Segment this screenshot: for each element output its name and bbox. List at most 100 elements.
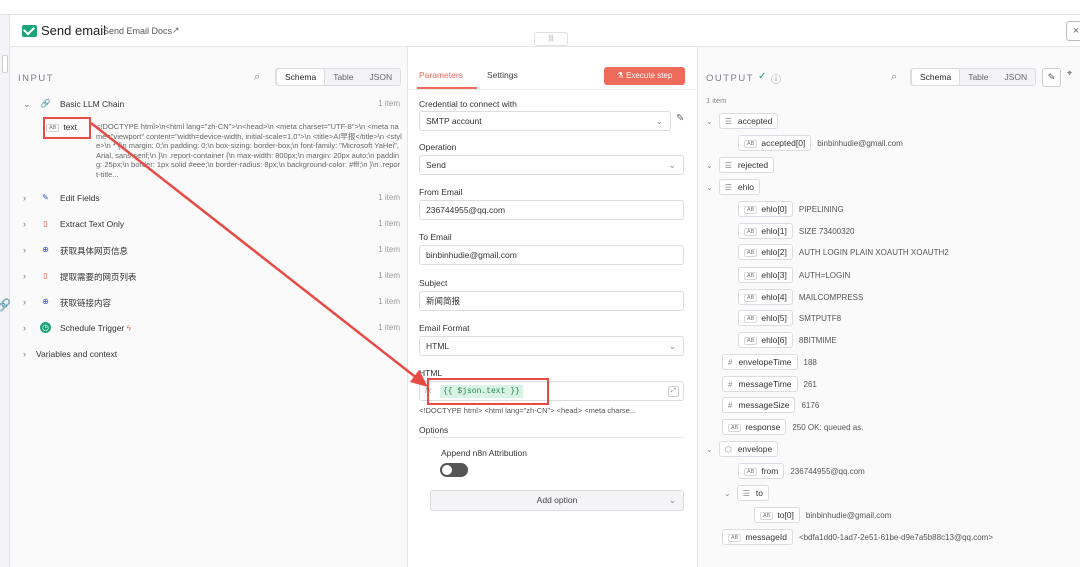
chevron-right-icon[interactable]: › (23, 245, 26, 255)
schema-row-response[interactable]: AB response 250 OK: queued as. (722, 419, 863, 435)
credential-select[interactable]: SMTP account ⌄ (419, 111, 671, 131)
close-button[interactable]: × (1066, 21, 1080, 41)
chevron-down-icon[interactable]: ⌄ (706, 161, 713, 170)
input-node-row[interactable]: › ◷ Schedule Trigger ϟ 1 item (10, 322, 408, 349)
schema-key: ehlo[4] (761, 292, 787, 302)
schema-row-ehlo-item[interactable]: AB ehlo[5] SMTPUTF8 (738, 310, 841, 326)
add-option-button[interactable]: Add option ⌄ (430, 490, 684, 511)
chevron-down-icon[interactable]: ⌄ (23, 99, 31, 110)
schema-row-ehlo[interactable]: ⌄ ☰ ehlo (706, 179, 760, 195)
pin-icon[interactable]: ⌖ (1067, 68, 1080, 87)
input-view-table[interactable]: Table (325, 69, 361, 85)
schema-row-messageSize[interactable]: # messageSize 6176 (722, 397, 819, 413)
schema-row-envelope[interactable]: ⌄ ⬡ envelope (706, 441, 779, 457)
chevron-down-icon[interactable]: ⌄ (706, 117, 713, 126)
drag-handle[interactable]: ||| (534, 32, 568, 46)
input-node-row[interactable]: › ▯ 提取需要的网页列表 1 item (10, 271, 408, 297)
schema-row-ehlo-item[interactable]: AB ehlo[1] SIZE 73400320 (738, 223, 854, 239)
output-view-schema[interactable]: Schema (911, 68, 961, 86)
schema-row-envelope-to-0[interactable]: AB to[0] binbinhudie@gmail.com (754, 507, 891, 523)
input-node-row[interactable]: › ▯ Extract Text Only 1 item (10, 219, 408, 245)
edit-credential-icon[interactable]: ✎ (676, 113, 684, 124)
output-view-json[interactable]: JSON (997, 69, 1036, 85)
node-title[interactable]: Send email (41, 23, 106, 38)
item-count: 1 item (378, 99, 400, 108)
schema-row-messageTime[interactable]: # messageTime 261 (722, 376, 817, 392)
input-view-switch: Schema Table JSON (275, 68, 402, 86)
input-node-row[interactable]: › ⊕ 获取链接内容 1 item (10, 297, 408, 323)
chevron-right-icon[interactable]: › (23, 193, 26, 203)
input-view-json[interactable]: JSON (362, 69, 401, 85)
input-view-schema[interactable]: Schema (276, 68, 326, 86)
chevron-down-icon[interactable]: ⌄ (724, 489, 731, 498)
chevron-down-icon: ⌄ (668, 160, 676, 170)
search-icon[interactable]: ⌕ (891, 71, 897, 84)
schema-key: ehlo[0] (761, 204, 787, 214)
options-label: Options (419, 425, 449, 435)
email-format-select[interactable]: HTML ⌄ (419, 336, 684, 356)
schema-row-ehlo-item[interactable]: AB ehlo[0] PIPELINING (738, 201, 844, 217)
output-panel-title: OUTPUT (706, 73, 755, 84)
input-node-label: 获取具体网页信息 (60, 246, 129, 256)
output-item-count: 1 item (706, 96, 727, 105)
chevron-right-icon[interactable]: › (23, 349, 26, 359)
text-field-pill[interactable]: AB text (46, 122, 77, 132)
schema-value: SMTPUTF8 (798, 314, 842, 323)
number-type-icon: # (728, 358, 733, 367)
schema-row-ehlo-item[interactable]: AB ehlo[4] MAILCOMPRESS (738, 289, 863, 305)
search-icon[interactable]: ⌕ (254, 71, 260, 84)
credential-value: SMTP account (426, 116, 482, 126)
chevron-down-icon: ⌄ (668, 341, 676, 351)
schema-value: 236744955@qq.com (790, 467, 865, 476)
external-link-icon[interactable]: ↗ (172, 25, 180, 36)
input-node-row[interactable]: › ✎ Edit Fields 1 item (10, 193, 408, 219)
operation-select[interactable]: Send ⌄ (419, 155, 684, 175)
item-count: 1 item (378, 245, 400, 254)
chevron-right-icon[interactable]: › (23, 271, 26, 281)
success-check-icon: ✓ (758, 71, 767, 82)
to-email-input[interactable]: binbinhudie@gmail.com (419, 245, 684, 265)
chevron-right-icon[interactable]: › (23, 219, 26, 229)
input-node-row[interactable]: › ⊕ 获取具体网页信息 1 item (10, 245, 408, 271)
input-node-label: Schedule Trigger ϟ (60, 323, 131, 333)
from-email-input[interactable]: 236744955@qq.com (419, 200, 684, 220)
pencil-icon: ✎ (42, 193, 49, 202)
chevron-right-icon[interactable]: › (23, 323, 26, 333)
subject-label: Subject (419, 278, 448, 288)
schema-row-messageId[interactable]: AB messageId <bdfa1dd0-1ad7-2e51-61be-d9e7… (722, 529, 993, 545)
schema-row-envelopeTime[interactable]: # envelopeTime 188 (722, 354, 817, 370)
variables-row[interactable]: › Variables and context (10, 349, 408, 375)
string-type-icon: AB (744, 314, 758, 323)
schema-row-envelope-to[interactable]: ⌄ ☰ to (724, 485, 769, 501)
schema-row-envelope-from[interactable]: AB from 236744955@qq.com (738, 463, 865, 479)
schema-row-accepted[interactable]: ⌄ ☰ accepted (706, 113, 779, 129)
schema-value: binbinhudie@gmail.com (805, 511, 892, 520)
chevron-down-icon[interactable]: ⌄ (706, 183, 713, 192)
schema-row-accepted-0[interactable]: AB accepted[0] binbinhudie@gmail.com (738, 135, 903, 151)
schema-row-ehlo-item[interactable]: AB ehlo[6] 8BITMIME (738, 332, 837, 348)
subject-input[interactable]: 新闻简报 (419, 291, 684, 311)
schema-row-ehlo-item[interactable]: AB ehlo[2] AUTH LOGIN PLAIN XOAUTH XOAUTH2 (738, 244, 949, 260)
schema-value: 261 (803, 380, 817, 389)
chevron-right-icon[interactable]: › (23, 297, 26, 307)
chevron-down-icon: ⌄ (655, 116, 663, 126)
parameters-panel: Parameters Settings ⚗ Execute step Crede… (409, 47, 696, 567)
object-type-icon: ⬡ (724, 445, 732, 454)
string-type-icon: AB (744, 205, 758, 214)
edit-output-icon[interactable]: ✎ (1042, 68, 1061, 87)
schema-row-rejected[interactable]: ⌄ ☰ rejected (706, 157, 775, 173)
tab-parameters[interactable]: Parameters (419, 70, 463, 80)
execute-step-button[interactable]: ⚗ Execute step (604, 67, 685, 85)
canvas-left-edge: 🔗 (0, 15, 11, 567)
docs-link[interactable]: Send Email Docs (103, 26, 172, 36)
info-icon[interactable]: ⓘ (771, 71, 781, 86)
schema-row-ehlo-item[interactable]: AB ehlo[3] AUTH=LOGIN (738, 267, 850, 283)
credential-label: Credential to connect with (419, 99, 517, 109)
schema-key: envelope (737, 444, 773, 454)
expand-icon[interactable]: ⤢ (668, 386, 679, 397)
options-divider (419, 437, 684, 438)
chevron-down-icon[interactable]: ⌄ (706, 445, 713, 454)
append-attribution-toggle[interactable] (440, 463, 468, 477)
tab-settings[interactable]: Settings (487, 70, 518, 80)
output-view-table[interactable]: Table (960, 69, 996, 85)
